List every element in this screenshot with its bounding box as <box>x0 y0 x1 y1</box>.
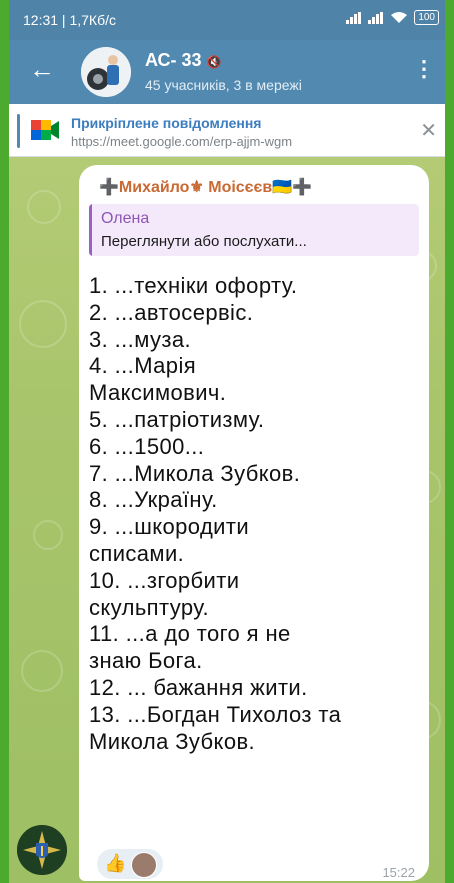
mute-icon: 🔇 <box>206 55 222 69</box>
right-edge <box>445 0 454 883</box>
message-line: 10. ...згорбити <box>89 567 240 593</box>
signal-icon <box>346 11 362 24</box>
pinned-message[interactable]: Прикріплене повідомлення https://meet.go… <box>9 104 445 157</box>
message-line: 12. ... бажання жити. <box>89 674 308 700</box>
wallpaper-doodle <box>27 190 61 224</box>
status-bar: 12:31 | 1,7Кб/с 100 <box>9 0 445 40</box>
chat-title-text: АС- 33 <box>145 50 202 70</box>
reply-accent-bar <box>89 204 92 256</box>
chat-app: 12:31 | 1,7Кб/с 100 ← АС- 33 🔇 45 учасни… <box>9 0 445 883</box>
reply-author: Олена <box>101 210 150 227</box>
reaction-chip[interactable]: 👍 <box>97 849 163 879</box>
message-line: 8. ...Україну. <box>89 487 218 513</box>
message-line: списами. <box>89 540 185 566</box>
mechanic-illustration <box>81 47 131 97</box>
message-time: 15:22 <box>382 865 415 880</box>
thumbs-up-reaction: 👍 <box>104 853 127 873</box>
message-line: 13. ...Богдан Тихолоз та <box>89 701 342 727</box>
reply-text: Переглянути або послухати... <box>101 233 307 250</box>
message-line: 7. ...Микола Зубков. <box>89 460 301 486</box>
pinned-title: Прикріплене повідомлення <box>71 115 262 131</box>
message-line: 4. ...Марія <box>89 353 197 379</box>
message-line: 6. ...1500... <box>89 433 205 459</box>
wifi-icon <box>391 12 408 23</box>
reactor-avatar <box>131 852 157 878</box>
battery-icon: 100 <box>414 10 439 25</box>
sender-name[interactable]: ➕Михайло⚜ Моісєєв🇺🇦➕ <box>99 177 312 197</box>
reply-preview[interactable]: Олена Переглянути або послухати... <box>89 204 419 256</box>
message-line: 1. ...техніки офорту. <box>89 273 298 298</box>
message-line: 9. ...шкородити <box>89 514 250 540</box>
more-icon[interactable]: ⋮ <box>413 56 435 82</box>
avatar[interactable] <box>17 825 67 875</box>
pinned-link[interactable]: https://meet.google.com/erp-ajjm-wgm <box>71 134 292 149</box>
emblem-avatar <box>17 825 67 875</box>
group-avatar[interactable] <box>81 47 131 97</box>
signal-icon <box>368 11 384 24</box>
message-line: 2. ...автосервіс. <box>89 299 254 325</box>
message-line: Максимович. <box>89 380 227 406</box>
chat-subtitle: 45 учасників, 3 в мережі <box>145 77 302 93</box>
message-line: 11. ...а до того я не <box>89 621 291 647</box>
status-time: 12:31 | 1,7Кб/с <box>23 12 116 28</box>
message-line: знаю Бога. <box>89 648 203 674</box>
wallpaper-doodle <box>21 650 63 692</box>
message-line: Микола Зубков. <box>89 728 256 754</box>
wallpaper-doodle <box>33 520 63 550</box>
pinned-accent-bar <box>17 114 20 148</box>
google-meet-icon <box>31 120 59 140</box>
wallpaper-doodle <box>19 300 67 348</box>
message-line: 5. ...патріотизму. <box>89 406 265 432</box>
back-arrow-icon[interactable]: ← <box>29 56 55 82</box>
chat-title: АС- 33 🔇 <box>145 50 222 71</box>
left-edge <box>0 0 9 883</box>
message-line: 3. ...муза. <box>89 326 192 352</box>
close-icon[interactable]: ✕ <box>420 118 437 143</box>
screen: 12:31 | 1,7Кб/с 100 ← АС- 33 🔇 45 учасни… <box>0 0 454 883</box>
message-bubble[interactable]: ➕Михайло⚜ Моісєєв🇺🇦➕ Олена Переглянути а… <box>79 165 429 881</box>
status-icons: 100 <box>346 10 439 25</box>
message-line: скульптуру. <box>89 594 209 620</box>
message-text: 1. ...техніки офорту. 2. ...автосервіс. … <box>89 273 419 755</box>
chat-header[interactable]: ← АС- 33 🔇 45 учасників, 3 в мережі ⋮ <box>9 40 445 104</box>
